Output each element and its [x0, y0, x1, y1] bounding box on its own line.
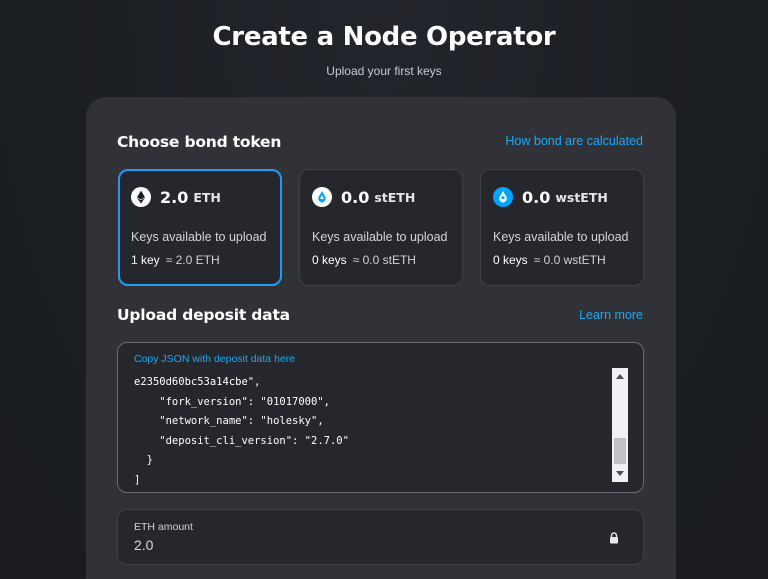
deposit-data-hint: Copy JSON with deposit data here	[134, 353, 296, 365]
token-amount: 0.0	[522, 187, 551, 207]
keys-approx-value: ≈ 0.0 stETH	[352, 253, 416, 267]
keys-count: 0 keys	[493, 253, 528, 267]
scroll-up-icon[interactable]	[616, 374, 624, 379]
eth-amount-value: 2.0	[134, 537, 154, 553]
bond-section-title: Choose bond token	[117, 133, 282, 151]
keys-count: 1 key	[131, 253, 160, 267]
token-keys-count: 0 keys ≈ 0.0 stETH	[312, 253, 416, 267]
scroll-thumb[interactable]	[614, 438, 626, 464]
keys-approx-value: ≈ 0.0 wstETH	[533, 253, 606, 267]
how-bond-calculated-link[interactable]: How bond are calculated	[505, 134, 643, 148]
token-symbol: stETH	[374, 189, 416, 205]
token-option-steth[interactable]: 0.0 stETH Keys available to upload 0 key…	[299, 169, 463, 286]
token-keys-label: Keys available to upload	[131, 230, 267, 244]
token-option-wsteth[interactable]: 0.0 wstETH Keys available to upload 0 ke…	[480, 169, 644, 286]
eth-icon	[131, 187, 151, 207]
token-keys-label: Keys available to upload	[312, 230, 448, 244]
token-symbol: ETH	[193, 189, 221, 205]
lock-icon	[609, 531, 619, 544]
scroll-down-icon[interactable]	[616, 471, 624, 476]
token-head: 2.0 ETH	[131, 187, 221, 207]
wsteth-icon	[493, 187, 513, 207]
eth-amount-label: ETH amount	[134, 521, 193, 533]
keys-count: 0 keys	[312, 253, 347, 267]
token-symbol: wstETH	[555, 189, 608, 205]
token-head: 0.0 wstETH	[493, 187, 608, 207]
eth-amount-field: ETH amount 2.0	[117, 509, 644, 565]
token-amount: 0.0	[341, 187, 370, 207]
token-option-eth[interactable]: 2.0 ETH Keys available to upload 1 key ≈ …	[118, 169, 282, 286]
keys-approx-value: ≈ 2.0 ETH	[165, 253, 220, 267]
token-keys-count: 1 key ≈ 2.0 ETH	[131, 253, 220, 267]
deposit-scrollbar[interactable]	[612, 368, 628, 482]
learn-more-link[interactable]: Learn more	[579, 308, 643, 322]
bond-token-options: 2.0 ETH Keys available to upload 1 key ≈ …	[118, 169, 644, 287]
token-amount: 2.0	[160, 187, 189, 207]
steth-icon	[312, 187, 332, 207]
node-operator-card: Choose bond token How bond are calculate…	[86, 97, 676, 579]
token-head: 0.0 stETH	[312, 187, 415, 207]
page-title: Create a Node Operator	[212, 22, 556, 52]
page-subtitle: Upload your first keys	[326, 64, 442, 78]
deposit-data-textarea[interactable]: Copy JSON with deposit data here e2350d6…	[117, 342, 644, 493]
token-keys-count: 0 keys ≈ 0.0 wstETH	[493, 253, 606, 267]
token-keys-label: Keys available to upload	[493, 230, 629, 244]
deposit-data-content[interactable]: e2350d60bc53a14cbe", "fork_version": "01…	[134, 373, 604, 485]
deposit-section-title: Upload deposit data	[117, 306, 290, 324]
